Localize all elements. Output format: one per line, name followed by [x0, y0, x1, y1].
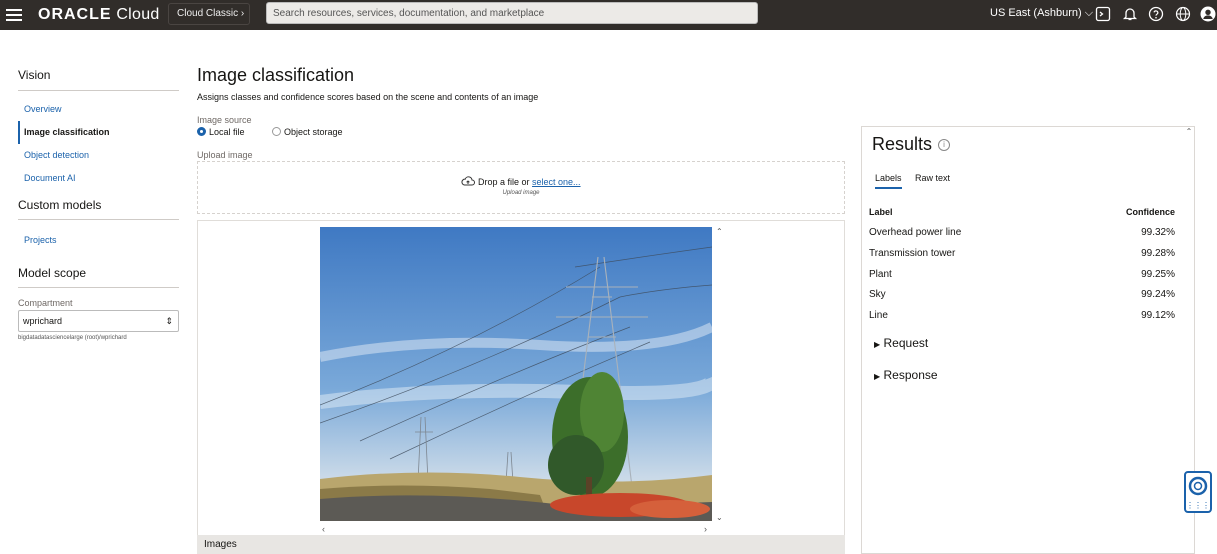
compartment-select[interactable]: wprichard ⇕: [18, 310, 179, 332]
sidebar-item-document-ai[interactable]: Document AI: [18, 167, 179, 190]
sidebar-title: Vision: [18, 68, 51, 82]
table-row: Sky 99.24%: [869, 289, 1175, 301]
page-title: Image classification: [197, 65, 355, 85]
info-icon[interactable]: i: [938, 139, 951, 151]
help-icon[interactable]: [1148, 6, 1164, 22]
search-input[interactable]: Search resources, services, documentatio…: [266, 2, 758, 24]
upload-image-label: Upload image: [197, 150, 253, 160]
cloud-shell-icon[interactable]: [1095, 6, 1111, 22]
select-file-link[interactable]: select one...: [532, 177, 581, 187]
model-scope-title: Model scope: [18, 266, 87, 280]
scroll-right-icon[interactable]: ›: [704, 524, 707, 534]
language-globe-icon[interactable]: [1175, 6, 1191, 22]
radio-selected-icon: [197, 127, 206, 136]
grip-dots-icon: ⋮⋮⋮: [1186, 501, 1210, 510]
images-footer: Images: [197, 535, 845, 554]
sidebar-item-image-classification[interactable]: Image classification: [18, 121, 179, 144]
radio-local-file[interactable]: Local file: [197, 127, 245, 137]
notifications-bell-icon[interactable]: [1122, 6, 1138, 22]
tab-raw-text[interactable]: Raw text: [915, 173, 950, 183]
radio-object-storage[interactable]: Object storage: [272, 127, 343, 137]
results-table: Label Confidence Overhead power line 99.32…: [869, 206, 1175, 327]
sidebar-item-object-detection[interactable]: Object detection: [18, 144, 179, 167]
tab-labels[interactable]: Labels: [875, 173, 902, 189]
radio-unselected-icon: [272, 127, 281, 136]
lifebuoy-icon: [1188, 476, 1208, 496]
help-widget-button[interactable]: ⋮⋮⋮: [1184, 471, 1212, 513]
region-selector[interactable]: US East (Ashburn) ⌵: [990, 7, 1093, 20]
caret-right-icon: ▶: [874, 372, 881, 381]
hamburger-menu-icon[interactable]: [6, 7, 22, 23]
sidebar-item-overview[interactable]: Overview: [18, 98, 179, 121]
scroll-left-icon[interactable]: ‹: [322, 524, 325, 534]
select-arrows-icon: ⇕: [165, 316, 173, 326]
scroll-down-icon[interactable]: ⌄: [716, 513, 723, 522]
image-preview-frame: ⌃ ⌄ ‹ ›: [197, 220, 845, 554]
chevron-down-icon: ⌵: [1084, 7, 1094, 19]
table-row: Transmission tower 99.28%: [869, 247, 1175, 259]
user-profile-icon[interactable]: [1200, 6, 1216, 22]
response-collapsible[interactable]: ▶ Response: [874, 368, 938, 382]
compartment-path: bigdatadatasciencelarge (root)/wprichard: [18, 335, 127, 341]
image-source-label: Image source: [197, 115, 252, 125]
request-collapsible[interactable]: ▶ Request: [874, 336, 928, 350]
custom-models-title: Custom models: [18, 198, 102, 212]
sidebar-divider: [18, 287, 179, 288]
cloud-classic-button[interactable]: Cloud Classic ›: [168, 3, 250, 25]
oracle-cloud-logo[interactable]: ORACLE Cloud: [38, 6, 160, 24]
sidebar-divider: [18, 219, 179, 220]
top-bar: ORACLE Cloud Cloud Classic › Search reso…: [0, 0, 1217, 30]
file-drop-zone[interactable]: Drop a file or select one... Upload imag…: [197, 161, 845, 214]
table-row: Line 99.12%: [869, 310, 1175, 322]
compartment-label: Compartment: [18, 298, 73, 308]
scroll-up-icon[interactable]: ⌃: [1184, 127, 1194, 136]
cloud-upload-icon: [461, 176, 476, 186]
caret-right-icon: ▶: [874, 340, 881, 349]
sidebar-item-projects[interactable]: Projects: [18, 229, 179, 252]
table-header: Label Confidence: [869, 207, 1175, 217]
table-row: Overhead power line 99.32%: [869, 227, 1175, 238]
page-description: Assigns classes and confidence scores ba…: [197, 92, 539, 102]
drop-zone-caption: Upload image: [502, 190, 540, 196]
sidebar-divider: [18, 90, 179, 91]
scroll-up-icon[interactable]: ⌃: [716, 227, 723, 236]
results-title: Results i: [872, 134, 951, 155]
table-row: Plant 99.25%: [869, 268, 1175, 280]
results-panel: Results i Labels Raw text Label Confidence…: [861, 126, 1195, 554]
chevron-right-icon: ›: [240, 8, 245, 19]
preview-image: [320, 227, 712, 521]
